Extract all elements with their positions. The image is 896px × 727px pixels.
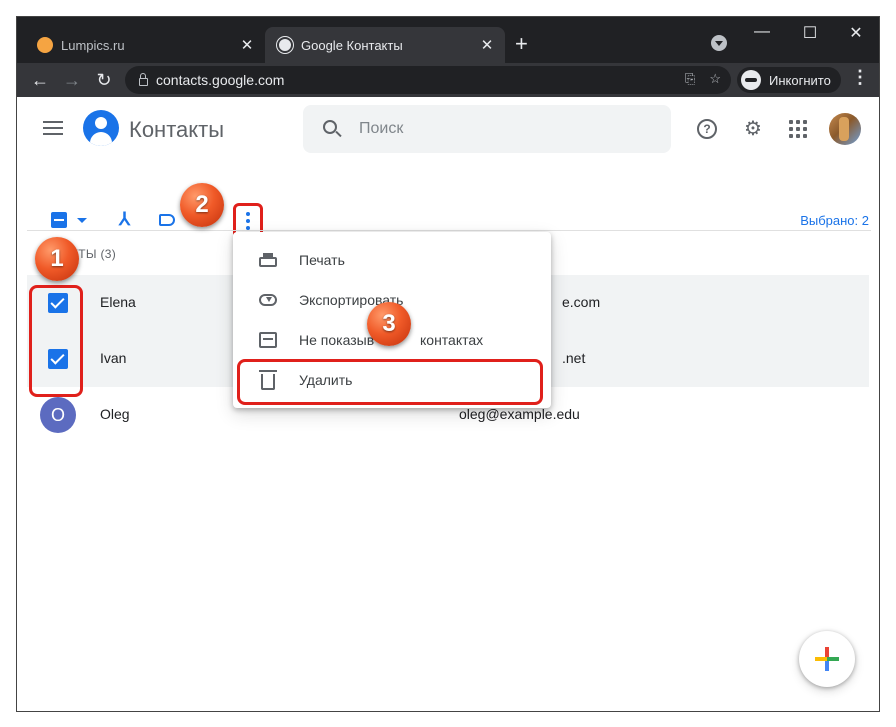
more-vert-icon [246, 212, 250, 216]
contacts-logo-icon [83, 110, 119, 146]
close-icon[interactable]: ✕ [475, 36, 499, 54]
menu-item-print[interactable]: Печать [233, 240, 551, 280]
browser-toolbar: ← → ↻ contacts.google.com ⎘ ☆ Инкогнито … [17, 63, 879, 97]
contact-email: e.com [562, 294, 601, 310]
tab-google-contacts[interactable]: Google Контакты ✕ [265, 27, 505, 63]
close-icon[interactable]: ✕ [235, 36, 259, 54]
tab-strip: Lumpics.ru ✕ Google Контакты ✕ + — ☐ ✕ [17, 17, 879, 63]
step-badge-3: 3 [367, 302, 411, 346]
menu-item-label: Печать [299, 252, 345, 268]
hamburger-menu-icon[interactable] [43, 121, 63, 135]
contacts-app: Контакты ? ⚙ ⅄ Выбрано: 2 КТЫ (3) [17, 97, 879, 711]
browser-window: Lumpics.ru ✕ Google Контакты ✕ + — ☐ ✕ ←… [16, 16, 880, 712]
tab-lumpics[interactable]: Lumpics.ru ✕ [25, 27, 265, 63]
minimize-button[interactable]: — [747, 23, 777, 41]
incognito-badge[interactable]: Инкогнито [737, 67, 841, 93]
menu-item-label: Не показыв [299, 332, 375, 348]
bookmark-star-icon[interactable]: ☆ [709, 71, 721, 87]
search-bar[interactable] [303, 105, 671, 153]
maximize-button[interactable]: ☐ [795, 23, 825, 43]
help-icon[interactable]: ? [697, 119, 717, 139]
add-contact-button[interactable] [799, 631, 855, 687]
checkbox-highlight [29, 285, 83, 397]
printer-icon [259, 253, 277, 267]
lumpics-favicon-icon [37, 37, 53, 53]
merge-icon[interactable]: ⅄ [119, 209, 130, 230]
tab-title: Lumpics.ru [61, 37, 125, 53]
contact-name: Oleg [100, 406, 130, 422]
account-avatar[interactable] [829, 113, 861, 145]
contact-email: oleg@example.edu [459, 406, 580, 422]
archive-icon [259, 332, 277, 348]
search-input[interactable] [359, 120, 639, 138]
address-bar[interactable]: contacts.google.com ⎘ ☆ [125, 66, 731, 94]
delete-highlight [237, 359, 543, 405]
new-tab-button[interactable]: + [515, 33, 528, 55]
forward-button[interactable]: → [59, 67, 85, 93]
divider [27, 230, 871, 231]
cloud-download-icon [259, 294, 277, 306]
contact-name: Ivan [100, 350, 127, 366]
chevron-down-icon[interactable] [77, 218, 87, 223]
incognito-label: Инкогнито [769, 72, 831, 88]
lock-icon [139, 73, 148, 86]
window-close-button[interactable]: ✕ [841, 23, 871, 43]
browser-menu-button[interactable]: ⋮ [851, 67, 869, 88]
back-button[interactable]: ← [27, 67, 53, 93]
select-all-checkbox[interactable] [51, 212, 67, 228]
globe-icon [277, 37, 293, 53]
label-icon[interactable] [159, 214, 175, 226]
incognito-icon [741, 70, 761, 90]
apps-grid-icon[interactable] [789, 120, 809, 140]
menu-item-label-tail: контактах [420, 332, 484, 348]
selected-count: Выбрано: 2 [800, 213, 869, 228]
tab-title: Google Контакты [301, 37, 403, 53]
avatar: O [40, 397, 76, 433]
url-text: contacts.google.com [156, 72, 285, 88]
settings-gear-icon[interactable]: ⚙ [743, 119, 763, 139]
reload-button[interactable]: ↻ [91, 67, 117, 93]
translate-icon[interactable]: ⎘ [685, 71, 695, 87]
step-badge-1: 1 [35, 237, 79, 281]
search-icon[interactable] [323, 120, 337, 134]
tab-search-icon[interactable] [711, 35, 727, 51]
contact-name: Elena [100, 294, 136, 310]
contact-email: .net [562, 350, 586, 366]
page-title: Контакты [129, 117, 225, 142]
step-badge-2: 2 [180, 183, 224, 227]
